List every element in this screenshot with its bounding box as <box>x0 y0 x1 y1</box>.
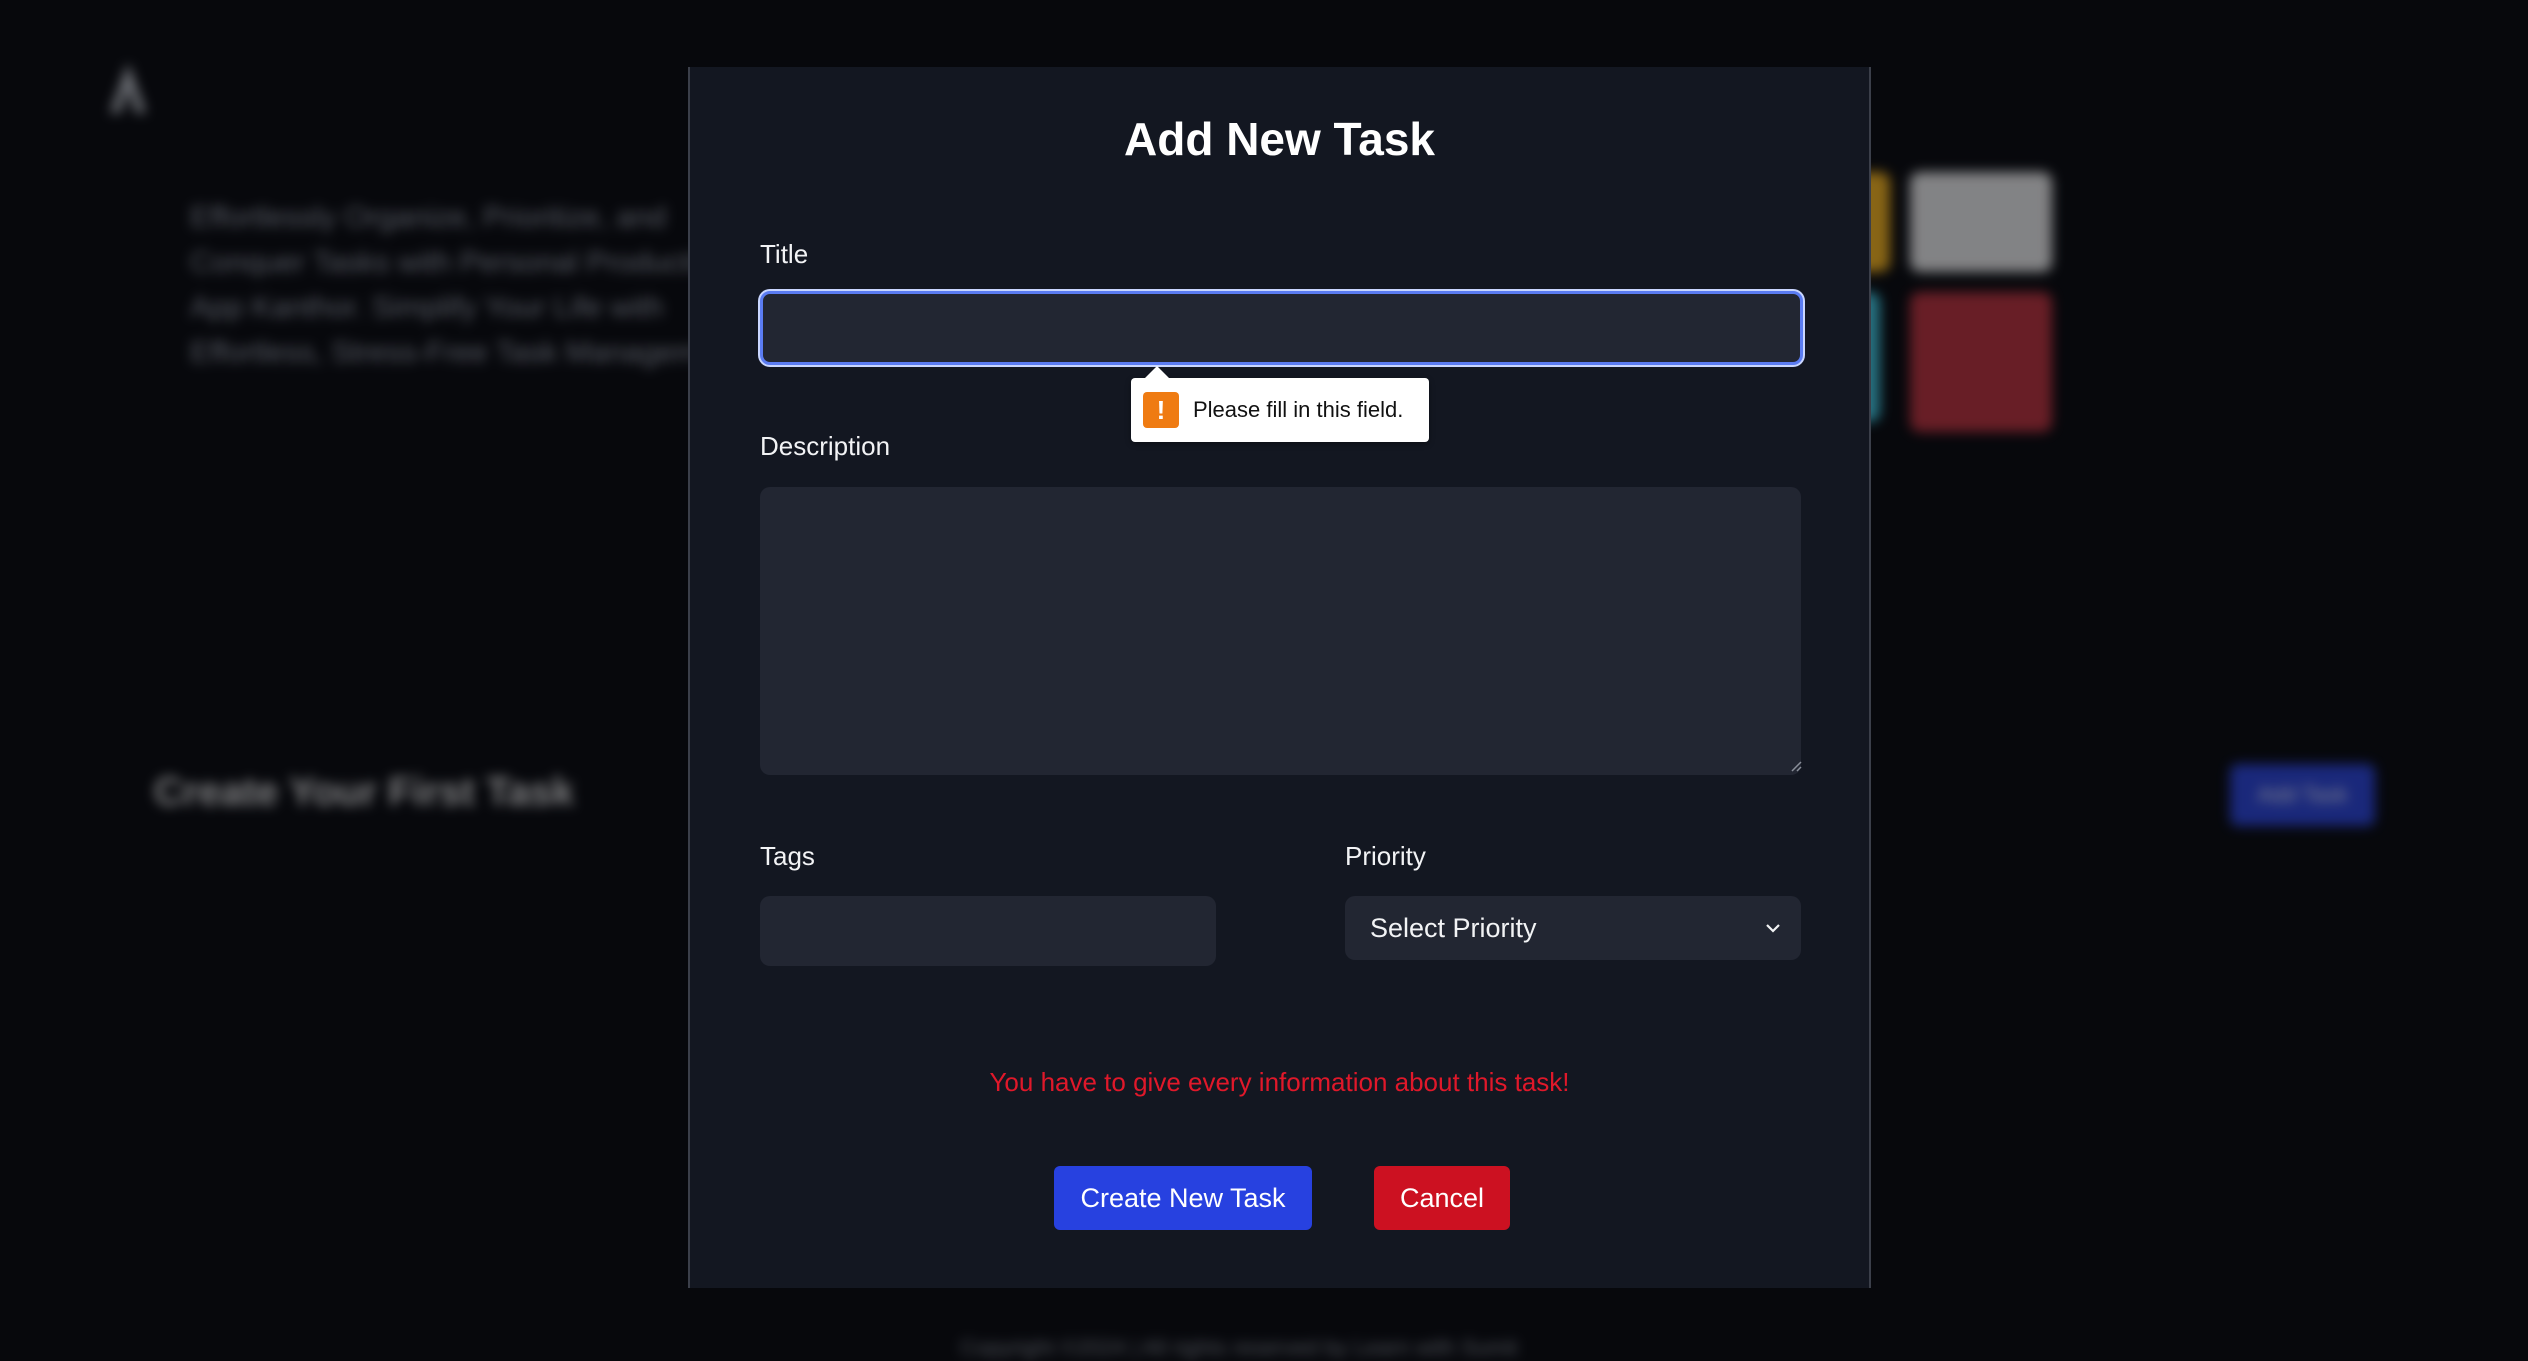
tags-input[interactable] <box>760 896 1216 966</box>
form-error-message: You have to give every information about… <box>989 1067 1570 1097</box>
priority-select-value: Select Priority <box>1370 912 1537 943</box>
footer-text: Copyright ©2024 | All rights reserved by… <box>960 1335 1518 1360</box>
warning-icon: ! <box>1143 392 1179 428</box>
description-textarea[interactable] <box>760 487 1801 775</box>
hero-tile <box>1910 172 2052 272</box>
page-heading: Create Your First Task <box>154 770 575 814</box>
title-label: Title <box>760 239 809 269</box>
cancel-button[interactable]: Cancel <box>1374 1166 1510 1230</box>
description-label: Description <box>760 431 891 461</box>
tags-label: Tags <box>760 841 815 871</box>
chevron-down-icon <box>1766 924 1780 933</box>
priority-select[interactable]: Select Priority <box>1345 896 1801 960</box>
add-task-button[interactable]: Add Task <box>2230 764 2375 826</box>
add-task-modal: Add New Task Title Description Tags Prio… <box>688 67 1871 1288</box>
hero-tile <box>1910 292 2052 432</box>
validation-tooltip-text: Please fill in this field. <box>1193 397 1404 422</box>
create-task-button[interactable]: Create New Task <box>1054 1166 1312 1230</box>
resize-grip-icon[interactable] <box>1790 760 1802 772</box>
app-logo-icon <box>110 63 146 113</box>
priority-label: Priority <box>1345 841 1426 871</box>
modal-title: Add New Task <box>1124 113 1435 165</box>
intro-text: Effortlessly Organize, Prioritize, and C… <box>190 201 750 369</box>
title-input[interactable] <box>760 291 1803 365</box>
validation-tooltip: ! Please fill in this field. <box>1131 366 1429 442</box>
